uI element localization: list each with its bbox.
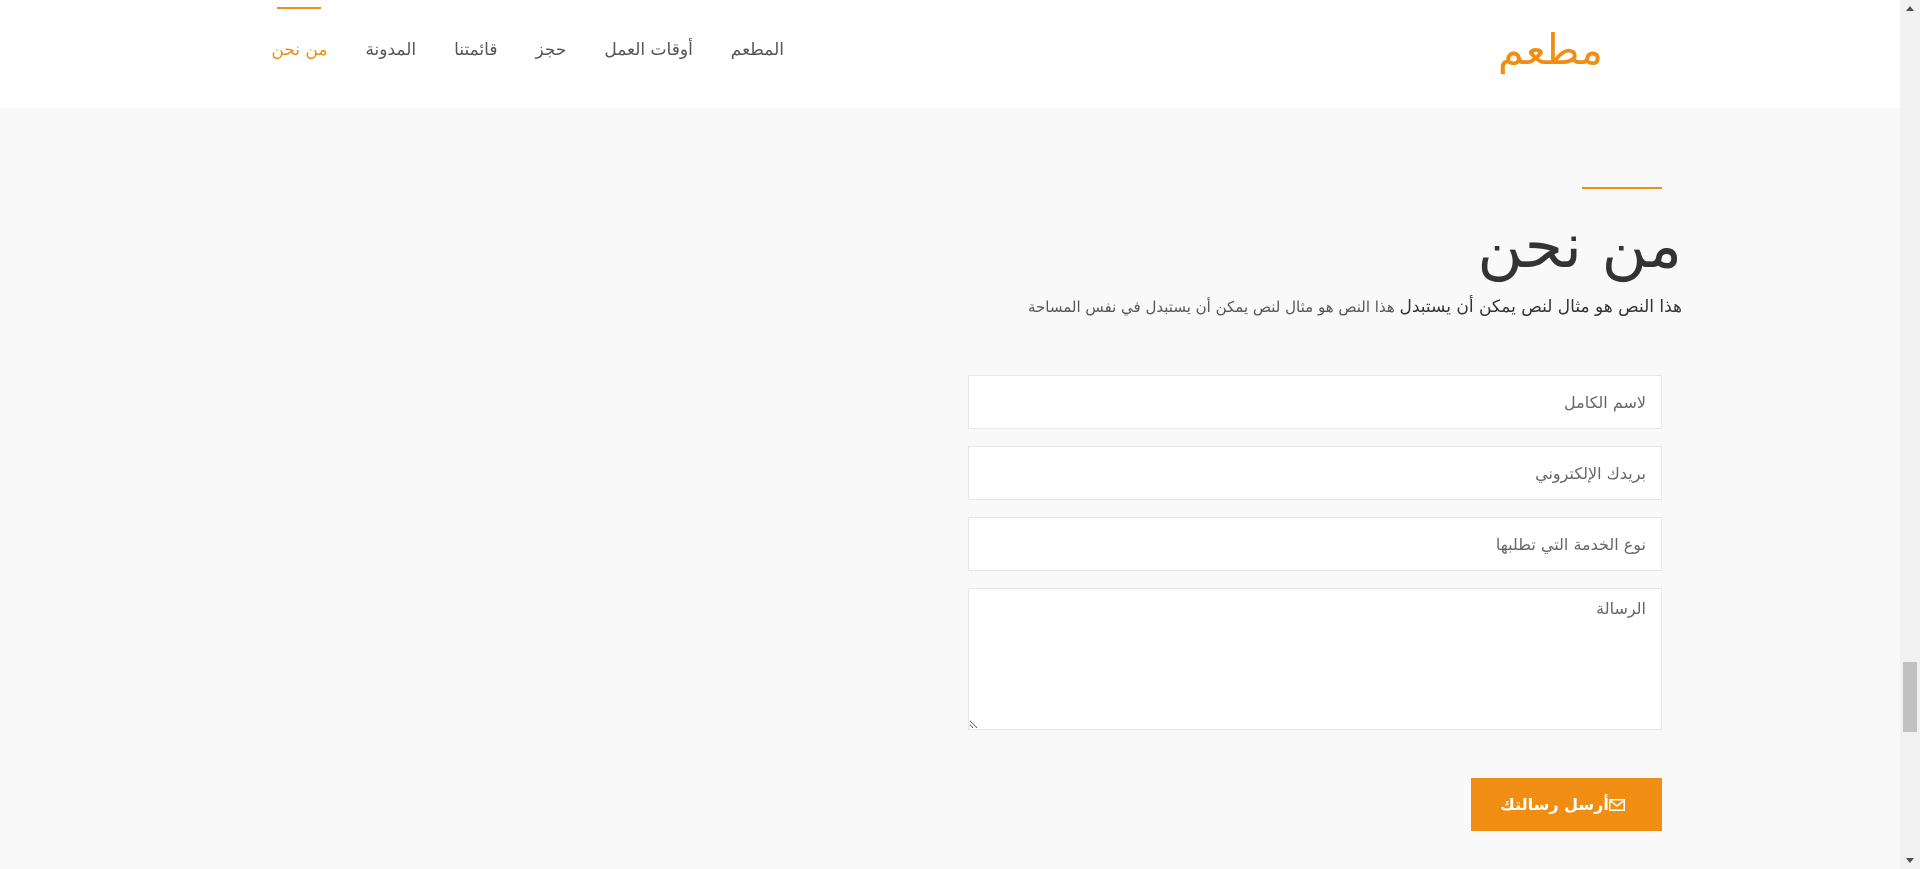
nav-item-blog[interactable]: المدونة bbox=[365, 40, 416, 60]
section-title: من نحن bbox=[1477, 209, 1682, 282]
section-description-rest: هذا النص هو مثال لنص يمكن أن يستبدل في ن… bbox=[1027, 298, 1400, 316]
envelope-icon bbox=[1608, 798, 1625, 811]
nav-item-menu[interactable]: قائمتنا bbox=[454, 40, 497, 60]
nav-item-about[interactable]: من نحن bbox=[271, 40, 327, 60]
email-input[interactable] bbox=[968, 446, 1662, 500]
scroll-down-arrow[interactable] bbox=[1906, 858, 1914, 863]
message-textarea[interactable] bbox=[968, 588, 1662, 730]
page-scrollbar[interactable] bbox=[1900, 0, 1920, 869]
nav-item-hours[interactable]: أوقات العمل bbox=[604, 40, 692, 60]
service-type-input[interactable] bbox=[968, 517, 1662, 571]
main-nav: المطعم أوقات العمل حجز قائمتنا المدونة م… bbox=[271, 40, 784, 60]
section-accent-line bbox=[1582, 187, 1662, 189]
site-logo[interactable]: مطعم bbox=[1498, 22, 1603, 78]
page: مطعم المطعم أوقات العمل حجز قائمتنا المد… bbox=[0, 0, 1920, 869]
full-name-input[interactable] bbox=[968, 375, 1662, 429]
scroll-thumb[interactable] bbox=[1903, 662, 1917, 732]
nav-item-restaurant[interactable]: المطعم bbox=[731, 40, 784, 60]
send-message-label: أرسل رسالتك bbox=[1500, 795, 1609, 814]
section-description-strong: هذا النص هو مثال لنص يمكن أن يستبدل bbox=[1399, 297, 1682, 317]
contact-form bbox=[968, 375, 1662, 730]
section-description: هذا النص هو مثال لنص يمكن أن يستبدل هذا … bbox=[1028, 294, 1682, 320]
nav-item-booking[interactable]: حجز bbox=[535, 40, 566, 60]
send-message-button[interactable]: أرسل رسالتك bbox=[1471, 778, 1662, 831]
site-header: مطعم المطعم أوقات العمل حجز قائمتنا المد… bbox=[0, 0, 1900, 108]
scroll-up-arrow[interactable] bbox=[1906, 6, 1914, 11]
